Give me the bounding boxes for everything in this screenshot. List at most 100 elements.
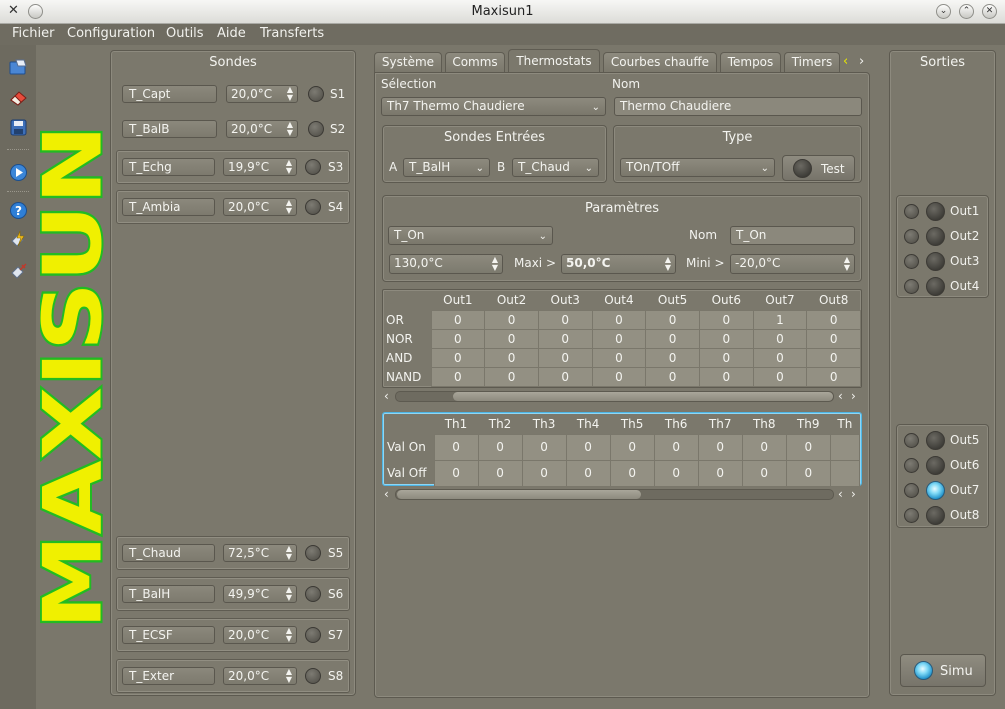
val-cell[interactable]: 0 bbox=[653, 433, 699, 461]
output-led[interactable] bbox=[926, 456, 945, 475]
logic-cell[interactable]: 0 bbox=[430, 347, 486, 368]
output-row-1[interactable]: Out1 bbox=[900, 202, 986, 222]
output-led[interactable] bbox=[926, 277, 945, 296]
nom-field[interactable]: Thermo Chaudiere bbox=[614, 97, 862, 116]
output-led[interactable] bbox=[926, 481, 945, 500]
val-cell[interactable] bbox=[829, 459, 861, 487]
logic-scroll-right-icon[interactable]: › bbox=[851, 389, 856, 403]
output-row-8[interactable]: Out8 bbox=[900, 506, 986, 526]
logic-cell[interactable]: 0 bbox=[698, 309, 754, 330]
type-combo[interactable]: TOn/TOff ⌄ bbox=[620, 158, 775, 177]
play-icon[interactable] bbox=[8, 162, 29, 183]
menu-aide[interactable]: Aide bbox=[217, 26, 246, 41]
simu-button[interactable]: Simu bbox=[900, 654, 986, 687]
logic-cell[interactable]: 0 bbox=[806, 309, 861, 330]
output-row-6[interactable]: Out6 bbox=[900, 456, 986, 476]
tab-scroll-right-icon[interactable]: › bbox=[859, 54, 864, 69]
open-folder-icon[interactable] bbox=[8, 57, 29, 78]
val-cell[interactable]: 0 bbox=[741, 433, 787, 461]
selection-combo[interactable]: Th7 Thermo Chaudiere ⌄ bbox=[381, 97, 606, 116]
parametre-combo[interactable]: T_On ⌄ bbox=[388, 226, 553, 245]
val-cell[interactable]: 0 bbox=[785, 459, 831, 487]
menu-outils[interactable]: Outils bbox=[166, 26, 204, 41]
output-led[interactable] bbox=[926, 252, 945, 271]
sensor-value-spin[interactable]: 20,0°C ▲ ▼ bbox=[226, 120, 298, 138]
output-led[interactable] bbox=[926, 227, 945, 246]
output-row-2[interactable]: Out2 bbox=[900, 227, 986, 247]
val-cell[interactable]: 0 bbox=[433, 433, 479, 461]
sensor-value-spin[interactable]: 20,0°C ▲ ▼ bbox=[223, 198, 297, 216]
sensor-value-spin[interactable]: 49,9°C ▲ ▼ bbox=[223, 585, 297, 603]
val-cell[interactable]: 0 bbox=[785, 433, 831, 461]
menu-fichier[interactable]: Fichier bbox=[12, 26, 55, 41]
save-icon[interactable] bbox=[8, 117, 29, 138]
sensor-value-spin[interactable]: 72,5°C ▲ ▼ bbox=[223, 544, 297, 562]
param-nom-field[interactable]: T_On bbox=[730, 226, 855, 245]
logic-cell[interactable]: 0 bbox=[537, 328, 593, 349]
logic-cell[interactable]: 1 bbox=[752, 309, 808, 330]
logic-cell[interactable]: 0 bbox=[806, 366, 861, 387]
logic-scroll-left-icon[interactable]: ‹ bbox=[384, 389, 389, 403]
output-row-3[interactable]: Out3 bbox=[900, 252, 986, 272]
logic-cell[interactable]: 0 bbox=[537, 309, 593, 330]
menu-configuration[interactable]: Configuration bbox=[67, 26, 155, 41]
output-led[interactable] bbox=[926, 431, 945, 450]
val-scroll-left2-icon[interactable]: ‹ bbox=[838, 487, 843, 501]
logic-cell[interactable]: 0 bbox=[537, 347, 593, 368]
tab-systeme[interactable]: Système bbox=[374, 52, 442, 72]
logic-cell[interactable]: 0 bbox=[645, 347, 700, 368]
val-cell[interactable]: 0 bbox=[477, 433, 523, 461]
sonde-a-combo[interactable]: T_BalH ⌄ bbox=[403, 158, 490, 177]
logic-cell[interactable]: 0 bbox=[484, 328, 539, 349]
maximize-button[interactable]: ⌃ bbox=[959, 4, 974, 19]
test-button[interactable]: Test bbox=[782, 155, 855, 181]
logic-cell[interactable]: 0 bbox=[752, 328, 808, 349]
minimize-button[interactable]: ⌄ bbox=[936, 4, 951, 19]
logic-cell[interactable]: 0 bbox=[752, 347, 808, 368]
logic-cell[interactable]: 0 bbox=[591, 328, 647, 349]
tab-courbes-chauffe[interactable]: Courbes chauffe bbox=[603, 52, 717, 72]
logic-cell[interactable]: 0 bbox=[484, 309, 539, 330]
help-icon[interactable]: ? bbox=[8, 200, 29, 221]
val-cell[interactable]: 0 bbox=[521, 433, 567, 461]
val-cell[interactable] bbox=[829, 433, 861, 461]
val-cell[interactable]: 0 bbox=[477, 459, 523, 487]
val-cell[interactable]: 0 bbox=[565, 459, 611, 487]
logic-table[interactable]: Out1 Out2 Out3 Out4 Out5 Out6 Out7 Out8 OR 0 0 0 0 0… bbox=[383, 290, 861, 387]
plug-connect-icon[interactable] bbox=[8, 229, 29, 250]
maxi-spin[interactable]: 50,0°C ▲ ▼ bbox=[561, 254, 676, 274]
logic-cell[interactable]: 0 bbox=[698, 328, 754, 349]
logic-cell[interactable]: 0 bbox=[430, 328, 486, 349]
logic-cell[interactable]: 0 bbox=[484, 366, 539, 387]
output-row-4[interactable]: Out4 bbox=[900, 277, 986, 297]
logic-cell[interactable]: 0 bbox=[752, 366, 808, 387]
sensor-value-spin[interactable]: 19,9°C ▲ ▼ bbox=[223, 158, 297, 176]
param-value-spin[interactable]: 130,0°C ▲ ▼ bbox=[389, 254, 503, 274]
tab-tempos[interactable]: Tempos bbox=[720, 52, 781, 72]
val-scroll-right-icon[interactable]: › bbox=[851, 487, 856, 501]
output-led[interactable] bbox=[926, 506, 945, 525]
val-scroll-left-icon[interactable]: ‹ bbox=[384, 487, 389, 501]
logic-cell[interactable]: 0 bbox=[430, 309, 486, 330]
logic-cell[interactable]: 0 bbox=[645, 328, 700, 349]
val-cell[interactable]: 0 bbox=[433, 459, 479, 487]
val-cell[interactable]: 0 bbox=[609, 459, 655, 487]
logic-cell[interactable]: 0 bbox=[698, 347, 754, 368]
val-table[interactable]: Th1 Th2 Th3 Th4 Th5 Th6 Th7 Th8 Th9 Th Val On 0 0 0 0… bbox=[384, 414, 861, 487]
logic-cell[interactable]: 0 bbox=[698, 366, 754, 387]
tab-thermostats[interactable]: Thermostats bbox=[508, 49, 600, 73]
plug-disconnect-icon[interactable] bbox=[8, 261, 29, 282]
eraser-icon[interactable] bbox=[8, 87, 29, 108]
logic-cell[interactable]: 0 bbox=[645, 309, 700, 330]
sensor-value-spin[interactable]: 20,0°C ▲ ▼ bbox=[223, 626, 297, 644]
tab-scroll-left-icon[interactable]: ‹ bbox=[843, 54, 848, 69]
logic-cell[interactable]: 0 bbox=[484, 347, 539, 368]
output-row-7[interactable]: Out7 bbox=[900, 481, 986, 501]
tab-timers[interactable]: Timers bbox=[784, 52, 840, 72]
val-cell[interactable]: 0 bbox=[609, 433, 655, 461]
menu-transferts[interactable]: Transferts bbox=[260, 26, 324, 41]
val-cell[interactable]: 0 bbox=[565, 433, 611, 461]
logic-cell[interactable]: 0 bbox=[591, 309, 647, 330]
tab-comms[interactable]: Comms bbox=[445, 52, 505, 72]
logic-cell[interactable]: 0 bbox=[645, 366, 700, 387]
